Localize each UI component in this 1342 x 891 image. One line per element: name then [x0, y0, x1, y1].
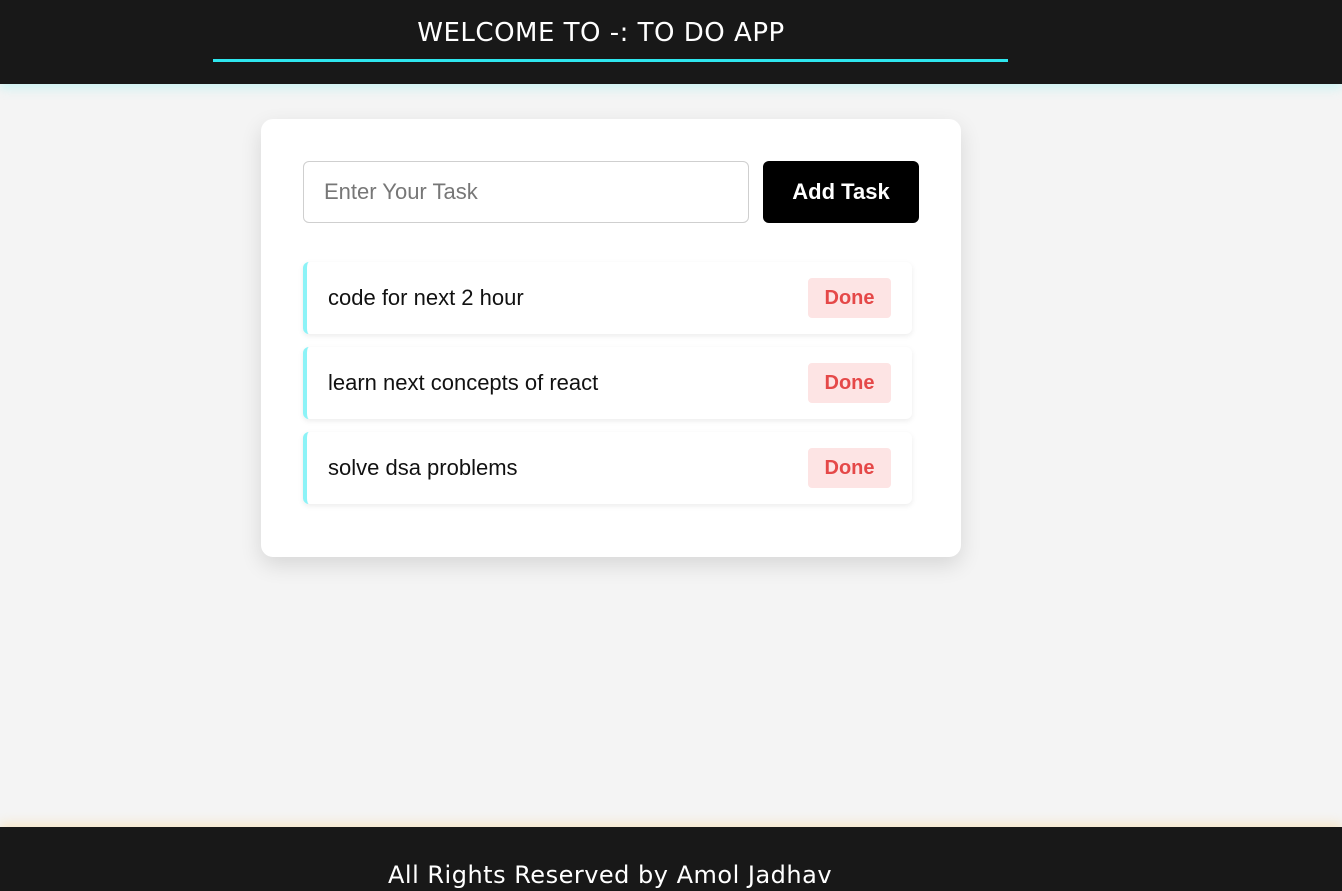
- done-button[interactable]: Done: [808, 363, 891, 403]
- task-item: code for next 2 hour Done: [303, 262, 912, 334]
- task-item: solve dsa problems Done: [303, 432, 912, 504]
- footer-text: All Rights Reserved by Amol Jadhav: [387, 861, 833, 889]
- task-item: learn next concepts of react Done: [303, 347, 912, 419]
- done-button[interactable]: Done: [808, 448, 891, 488]
- task-input[interactable]: [303, 161, 749, 223]
- app-footer: All Rights Reserved by Amol Jadhav: [0, 827, 1342, 891]
- app-header: WELCOME TO -: TO DO APP: [0, 0, 1342, 84]
- done-button[interactable]: Done: [808, 278, 891, 318]
- task-text: solve dsa problems: [328, 455, 518, 480]
- page-title: WELCOME TO -: TO DO APP: [213, 0, 1008, 62]
- task-text: learn next concepts of react: [328, 370, 599, 395]
- add-task-button[interactable]: Add Task: [763, 161, 919, 223]
- task-list: code for next 2 hour Done learn next con…: [303, 262, 912, 517]
- task-text: code for next 2 hour: [328, 285, 524, 310]
- todo-card: Add Task code for next 2 hour Done learn…: [261, 119, 961, 557]
